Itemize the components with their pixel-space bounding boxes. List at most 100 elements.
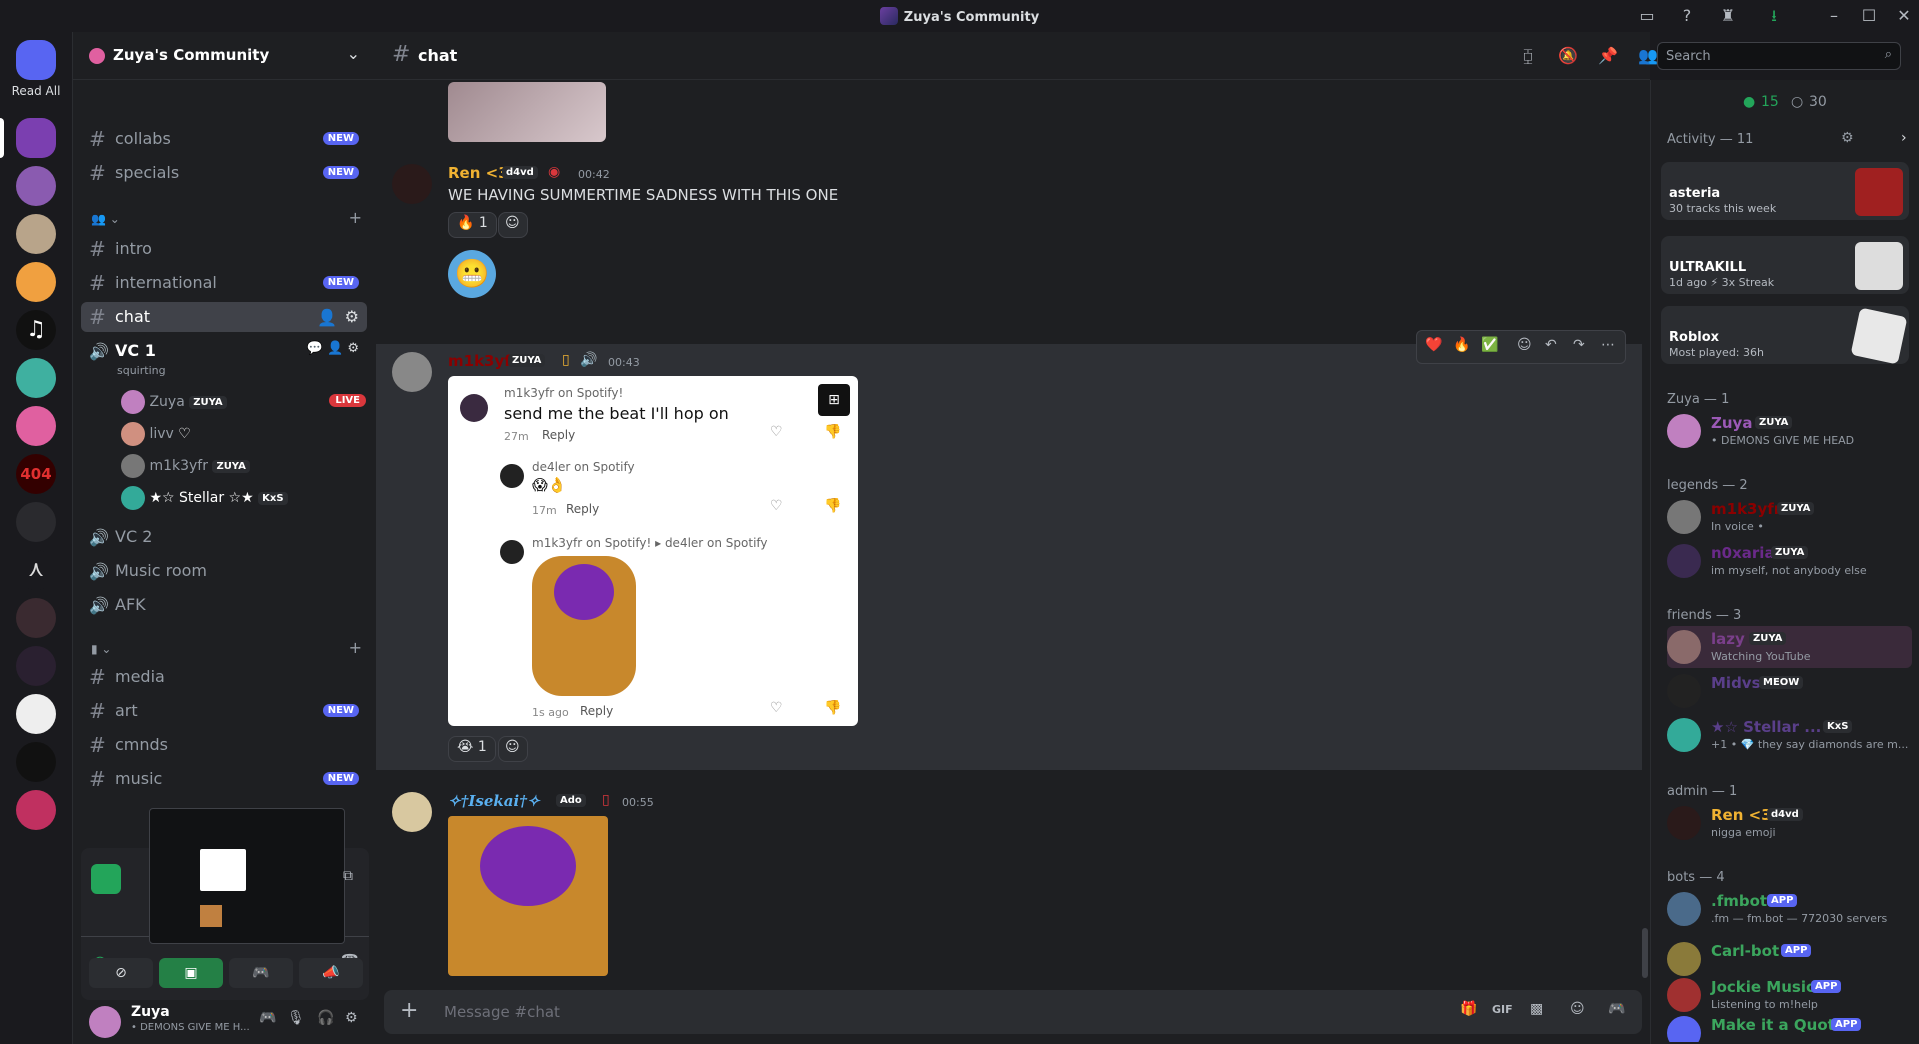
channel-intro[interactable]: # intro [81,234,367,264]
member-row[interactable]: ★☆ Stellar ... KxS +1 • 💎 they say diamond… [1667,714,1912,756]
activity-card[interactable]: ULTRAKILL 1d ago ⚡ 3x Streak [1661,236,1909,294]
activity-button[interactable]: 🎮 [229,958,293,988]
server-icon-7[interactable] [16,406,56,446]
music-server-icon[interactable]: ♫ [16,310,56,350]
server-icon-9[interactable] [16,502,56,542]
gift-icon[interactable]: 🎁 [1460,1001,1477,1017]
category-toggle[interactable]: 👥 ⌄ [91,212,120,226]
invite-icon[interactable]: 👤 [317,308,337,327]
vc-user-zuya[interactable]: Zuya ZUYA [121,390,227,414]
threads-icon[interactable]: ⧮ [1516,44,1540,68]
member-row[interactable]: n0xaria ZUYA im myself, not anybody else [1667,540,1912,582]
voice-channel-vc2[interactable]: 🔊 VC 2 [81,522,367,552]
add-reaction-icon[interactable]: ☺ [498,736,528,762]
vc-user-livv[interactable]: livv ♡ [121,422,191,446]
message-input[interactable]: Message #chat [444,1003,560,1021]
server-icon-2[interactable] [16,166,56,206]
user-avatar[interactable] [89,1006,121,1038]
attached-image[interactable] [448,82,606,142]
channel-media[interactable]: # media [81,662,367,692]
server-header[interactable]: Zuya's Community ⌄ [73,32,376,80]
settings-gear-icon[interactable]: ⚙ [345,1010,358,1026]
vc-user-m1k3yfr[interactable]: m1k3yfr ZUYA [121,454,250,478]
voice-channel-afk[interactable]: 🔊 AFK [81,590,367,620]
add-channel-icon[interactable]: + [349,638,362,657]
activity-card[interactable]: Roblox Most played: 36h [1661,306,1909,365]
screen-share-button[interactable]: ▣ [159,958,223,988]
discord-home-icon[interactable] [16,40,56,80]
channel-international[interactable]: # international NEW [81,268,367,298]
user-name[interactable]: Zuya [131,1004,170,1020]
emoji-icon[interactable]: ☺ [1570,1001,1585,1017]
embed-screenshot[interactable]: ⊞ m1k3yfr on Spotify! send me the beat I… [448,376,858,726]
gear-icon[interactable]: ⚙ [345,307,359,326]
server-icon-12[interactable] [16,646,56,686]
channel-collabs[interactable]: # collabs NEW [81,124,367,154]
sticker-icon[interactable]: ▩ [1530,1001,1543,1017]
add-channel-icon[interactable]: + [349,208,362,227]
server-icon-6[interactable] [16,358,56,398]
check-reaction-icon[interactable]: ✅ [1481,337,1498,353]
message-composer[interactable]: + Message #chat 🎁 GIF ▩ ☺ 🎮 [384,990,1642,1034]
server-icon-13[interactable] [16,694,56,734]
member-row[interactable]: Zuya ZUYA • DEMONS GIVE ME HEAD [1667,410,1912,452]
channel-music[interactable]: # music NEW [81,764,367,794]
server-icon-4[interactable] [16,262,56,302]
category-toggle[interactable]: ▮ ⌄ [91,642,111,656]
server-icon-14[interactable] [16,742,56,782]
mic-icon[interactable]: 🎙 [287,1010,305,1026]
reaction[interactable]: 🔥 1 [448,212,497,238]
member-row[interactable]: Midvs MEOW [1667,670,1912,712]
member-row[interactable]: .fmbot APP .fm — fm.bot — 772030 servers [1667,888,1912,930]
member-row[interactable]: m1k3yfr ZUYA In voice • [1667,496,1912,538]
activity-card[interactable]: asteria 30 tracks this week [1661,162,1909,220]
author-name[interactable]: ✧†Isekai†✧ [448,792,540,810]
member-row[interactable]: Jockie Music APP Listening to m!help [1667,974,1912,1016]
help-icon[interactable]: ? [1676,5,1698,27]
minimize-button[interactable]: – [1823,5,1845,27]
author-avatar[interactable] [392,792,432,832]
member-row[interactable]: Ren <3 d4vd nigga emoji [1667,802,1912,844]
author-name[interactable]: Ren <3 [448,164,509,182]
add-attachment-icon[interactable]: + [400,998,418,1023]
attached-image[interactable] [448,816,608,976]
author-avatar[interactable] [392,164,432,204]
vc-user-stellar[interactable]: ★☆ Stellar ☆★ KxS [121,486,288,510]
voice-channel-vc1[interactable]: 🔊 VC 1 💬 👤 ⚙ [81,336,367,366]
channel-art[interactable]: # art NEW [81,696,367,726]
read-all-button[interactable]: Read All [0,84,72,98]
more-icon[interactable]: ⋯ [1601,337,1615,353]
channel-specials[interactable]: # specials NEW [81,158,367,188]
add-reaction-icon[interactable]: ☺ [498,212,528,238]
search-input[interactable]: Search ⌕ [1657,42,1901,70]
forward-icon[interactable]: ↷ [1573,337,1585,353]
activity-icon[interactable]: 🎮 [259,1010,276,1026]
gear-icon[interactable]: ⚙ [1841,130,1854,146]
gif-icon[interactable]: GIF [1492,1003,1513,1016]
headphones-icon[interactable]: 🎧 [317,1010,334,1026]
pin-icon[interactable]: 📌 [1596,44,1620,68]
server-icon-15[interactable] [16,790,56,830]
server-icon-10[interactable]: ⋏ [16,550,56,590]
voice-channel-music-room[interactable]: 🔊 Music room [81,556,367,586]
server-zuya-icon[interactable] [16,118,56,158]
scrollbar[interactable] [1642,928,1648,978]
channel-cmnds[interactable]: # cmnds [81,730,367,760]
maximize-button[interactable]: ☐ [1858,5,1880,27]
reply-icon[interactable]: ↶ [1545,337,1557,353]
close-button[interactable]: ✕ [1893,5,1915,27]
notifications-icon[interactable]: 🔕 [1556,44,1580,68]
shop-icon[interactable]: ♜ [1717,5,1739,27]
author-avatar[interactable] [392,352,432,392]
chevron-right-icon[interactable]: › [1901,130,1907,146]
download-icon[interactable]: ⭳ [1763,5,1785,27]
activity-icon[interactable]: 🎮 [1608,1001,1625,1017]
stop-stream-icon[interactable]: ⧉ [343,868,353,884]
member-row[interactable]: lazy ZUYA Watching YouTube [1667,626,1912,668]
add-reaction-icon[interactable]: ☺ [1517,337,1532,353]
channel-chat[interactable]: # chat 👤 ⚙ [81,302,367,332]
reaction[interactable]: 😭 1 [448,736,496,762]
soundboard-button[interactable]: 📣 [299,958,363,988]
server-404-icon[interactable]: 404 [16,454,56,494]
camera-off-button[interactable]: ⊘ [89,958,153,988]
